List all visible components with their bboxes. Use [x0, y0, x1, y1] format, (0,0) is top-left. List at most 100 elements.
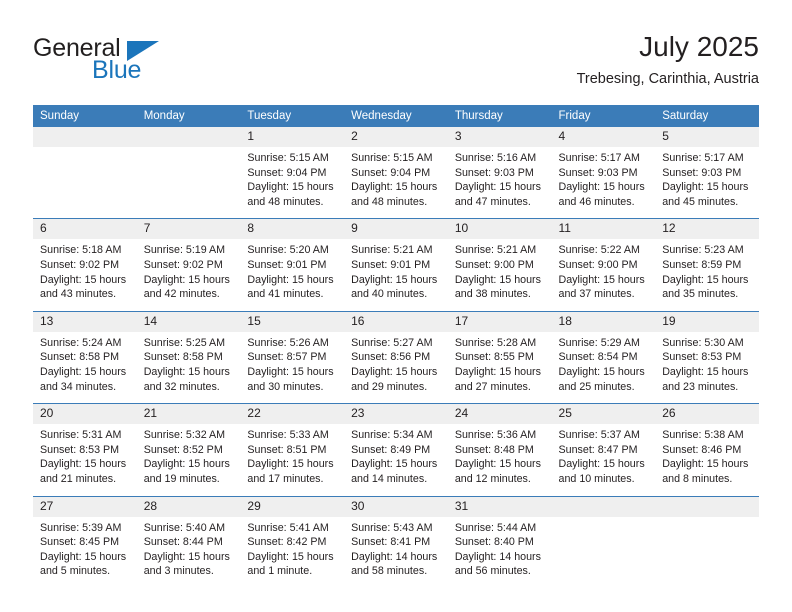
calendar-cell-day[interactable]: 27 Sunrise: 5:39 AM Sunset: 8:45 PM Dayligh… [33, 495, 137, 588]
calendar-cell-day[interactable]: 9 Sunrise: 5:21 AM Sunset: 9:01 PM Daylight… [344, 218, 448, 312]
calendar-cell-day[interactable]: 21 Sunrise: 5:32 AM Sunset: 8:52 PM Dayligh… [136, 403, 241, 496]
calendar-cell-day[interactable]: 8 Sunrise: 5:20 AM Sunset: 9:01 PM Daylight… [240, 218, 345, 312]
day-details: Sunrise: 5:19 AM Sunset: 9:02 PM Daylight:… [137, 239, 241, 310]
daylight-text-line1: Daylight: 15 hours [454, 273, 541, 286]
calendar-cell-day[interactable]: 15 Sunrise: 5:26 AM Sunset: 8:57 PM Dayligh… [240, 310, 345, 404]
day-number: 11 [551, 219, 656, 240]
day-details: Sunrise: 5:27 AM Sunset: 8:56 PM Daylight:… [344, 332, 448, 403]
calendar-cell-day[interactable]: 19 Sunrise: 5:30 AM Sunset: 8:53 PM Dayligh… [655, 310, 759, 404]
sunrise-text: Sunrise: 5:26 AM [247, 336, 329, 349]
sunrise-text: Sunrise: 5:34 AM [351, 429, 433, 442]
day-details: Sunrise: 5:15 AM Sunset: 9:04 PM Daylight:… [344, 147, 448, 218]
calendar-header-row: Sunday Monday Tuesday Wednesday Thursday… [33, 105, 759, 127]
daylight-text-line2: and 5 minutes. [40, 565, 111, 578]
day-details: Sunrise: 5:31 AM Sunset: 8:53 PM Daylight:… [33, 424, 137, 495]
calendar-cell-day[interactable]: 1 Sunrise: 5:15 AM Sunset: 9:04 PM Daylight… [240, 127, 345, 219]
sunset-text: Sunset: 8:58 PM [143, 351, 223, 364]
calendar-week-row: 1 Sunrise: 5:15 AM Sunset: 9:04 PM Daylight… [33, 127, 759, 219]
daylight-text-line1: Daylight: 15 hours [454, 458, 541, 471]
calendar-cell-day[interactable]: 28 Sunrise: 5:40 AM Sunset: 8:44 PM Dayligh… [136, 495, 241, 588]
calendar-cell-day[interactable]: 14 Sunrise: 5:25 AM Sunset: 8:58 PM Dayligh… [136, 310, 241, 404]
calendar-cell-day[interactable]: 31 Sunrise: 5:44 AM Sunset: 8:40 PM Dayligh… [447, 495, 552, 588]
weekday-header-tuesday: Tuesday [240, 105, 345, 127]
calendar-cell-day[interactable]: 2 Sunrise: 5:15 AM Sunset: 9:04 PM Daylight… [344, 127, 448, 219]
daylight-text-line2: and 43 minutes. [40, 288, 117, 301]
calendar-cell-day[interactable]: 4 Sunrise: 5:17 AM Sunset: 9:03 PM Daylight… [551, 127, 656, 219]
daylight-text-line2: and 48 minutes. [247, 195, 324, 208]
calendar-cell-day[interactable]: 22 Sunrise: 5:33 AM Sunset: 8:51 PM Dayligh… [240, 403, 345, 496]
sunset-text: Sunset: 8:49 PM [351, 443, 431, 456]
daylight-text-line2: and 47 minutes. [454, 195, 531, 208]
sunrise-text: Sunrise: 5:32 AM [143, 429, 226, 442]
daylight-text-line1: Daylight: 15 hours [143, 273, 230, 286]
calendar-cell-day[interactable]: 6 Sunrise: 5:18 AM Sunset: 9:02 PM Daylight… [33, 218, 137, 312]
daylight-text-line1: Daylight: 15 hours [247, 181, 334, 194]
day-details [137, 147, 241, 209]
day-details: Sunrise: 5:32 AM Sunset: 8:52 PM Daylight:… [137, 424, 241, 495]
calendar-cell-day[interactable]: 3 Sunrise: 5:16 AM Sunset: 9:03 PM Daylight… [447, 127, 552, 219]
calendar-cell-day[interactable]: 20 Sunrise: 5:31 AM Sunset: 8:53 PM Dayligh… [33, 403, 137, 496]
day-number: 31 [447, 496, 552, 517]
day-details: Sunrise: 5:30 AM Sunset: 8:53 PM Daylight:… [655, 332, 759, 403]
sunrise-text: Sunrise: 5:41 AM [247, 521, 329, 534]
daylight-text-line1: Daylight: 15 hours [143, 365, 230, 378]
sunset-text: Sunset: 9:04 PM [351, 166, 431, 179]
day-details: Sunrise: 5:28 AM Sunset: 8:55 PM Daylight:… [448, 332, 552, 403]
calendar-cell-day[interactable]: 23 Sunrise: 5:34 AM Sunset: 8:49 PM Dayligh… [344, 403, 448, 496]
calendar-cell-day[interactable]: 12 Sunrise: 5:23 AM Sunset: 8:59 PM Dayligh… [655, 218, 759, 312]
logo-text-blue: Blue [92, 56, 142, 84]
sunset-text: Sunset: 8:42 PM [247, 536, 327, 549]
calendar-page: General Blue July 2025 Trebesing, Carint… [0, 0, 792, 612]
daylight-text-line2: and 25 minutes. [558, 380, 635, 393]
calendar-cell-day[interactable]: 5 Sunrise: 5:17 AM Sunset: 9:03 PM Daylight… [655, 127, 759, 219]
day-details: Sunrise: 5:26 AM Sunset: 8:57 PM Daylight:… [240, 332, 344, 403]
day-details: Sunrise: 5:18 AM Sunset: 9:02 PM Daylight:… [33, 239, 137, 310]
calendar-cell-day[interactable]: 10 Sunrise: 5:21 AM Sunset: 9:00 PM Dayligh… [447, 218, 552, 312]
calendar-cell-empty [655, 495, 759, 588]
weekday-header-friday: Friday [551, 105, 656, 127]
daylight-text-line1: Daylight: 15 hours [247, 458, 334, 471]
daylight-text-line2: and 30 minutes. [247, 380, 324, 393]
day-number: 19 [655, 311, 759, 332]
day-number: 7 [136, 219, 241, 240]
calendar-cell-day[interactable]: 16 Sunrise: 5:27 AM Sunset: 8:56 PM Dayligh… [344, 310, 448, 404]
daylight-text-line1: Daylight: 15 hours [351, 273, 438, 286]
calendar-week-row: 13 Sunrise: 5:24 AM Sunset: 8:58 PM Dayligh… [33, 310, 759, 404]
calendar-cell-day[interactable]: 11 Sunrise: 5:22 AM Sunset: 9:00 PM Dayligh… [551, 218, 656, 312]
day-number: 14 [136, 311, 241, 332]
daylight-text-line2: and 8 minutes. [662, 472, 733, 485]
daylight-text-line1: Daylight: 15 hours [40, 550, 127, 563]
general-blue-logo[interactable]: General Blue [33, 34, 263, 90]
day-number: 21 [136, 404, 241, 425]
sunset-text: Sunset: 9:00 PM [454, 258, 534, 271]
daylight-text-line1: Daylight: 14 hours [351, 550, 438, 563]
sunrise-text: Sunrise: 5:28 AM [454, 336, 537, 349]
calendar-cell-day[interactable]: 29 Sunrise: 5:41 AM Sunset: 8:42 PM Dayligh… [240, 495, 345, 588]
calendar-cell-day[interactable]: 30 Sunrise: 5:43 AM Sunset: 8:41 PM Dayligh… [344, 495, 448, 588]
daylight-text-line2: and 19 minutes. [143, 472, 220, 485]
sunset-text: Sunset: 8:53 PM [40, 443, 120, 456]
day-details: Sunrise: 5:36 AM Sunset: 8:48 PM Daylight:… [448, 424, 552, 495]
day-number: 8 [240, 219, 345, 240]
calendar-cell-day[interactable]: 25 Sunrise: 5:37 AM Sunset: 8:47 PM Dayligh… [551, 403, 656, 496]
sunset-text: Sunset: 8:55 PM [454, 351, 534, 364]
day-details: Sunrise: 5:25 AM Sunset: 8:58 PM Daylight:… [137, 332, 241, 403]
calendar-cell-day[interactable]: 26 Sunrise: 5:38 AM Sunset: 8:46 PM Dayligh… [655, 403, 759, 496]
calendar-table: Sunday Monday Tuesday Wednesday Thursday… [33, 105, 759, 588]
calendar-cell-day[interactable]: 17 Sunrise: 5:28 AM Sunset: 8:55 PM Dayligh… [447, 310, 552, 404]
daylight-text-line1: Daylight: 15 hours [662, 458, 749, 471]
sunset-text: Sunset: 8:53 PM [662, 351, 742, 364]
sunrise-text: Sunrise: 5:21 AM [351, 244, 433, 257]
weekday-header-thursday: Thursday [447, 105, 552, 127]
sunrise-text: Sunrise: 5:31 AM [40, 429, 122, 442]
day-number: 3 [447, 127, 552, 147]
calendar-cell-day[interactable]: 7 Sunrise: 5:19 AM Sunset: 9:02 PM Daylight… [136, 218, 241, 312]
calendar-cell-day[interactable]: 13 Sunrise: 5:24 AM Sunset: 8:58 PM Dayligh… [33, 310, 137, 404]
day-number: 16 [344, 311, 448, 332]
sunset-text: Sunset: 8:40 PM [454, 536, 534, 549]
day-number: 27 [33, 496, 137, 517]
calendar-cell-day[interactable]: 24 Sunrise: 5:36 AM Sunset: 8:48 PM Dayligh… [447, 403, 552, 496]
calendar-week-row: 6 Sunrise: 5:18 AM Sunset: 9:02 PM Daylight… [33, 218, 759, 312]
sunrise-text: Sunrise: 5:39 AM [40, 521, 122, 534]
calendar-cell-day[interactable]: 18 Sunrise: 5:29 AM Sunset: 8:54 PM Dayligh… [551, 310, 656, 404]
